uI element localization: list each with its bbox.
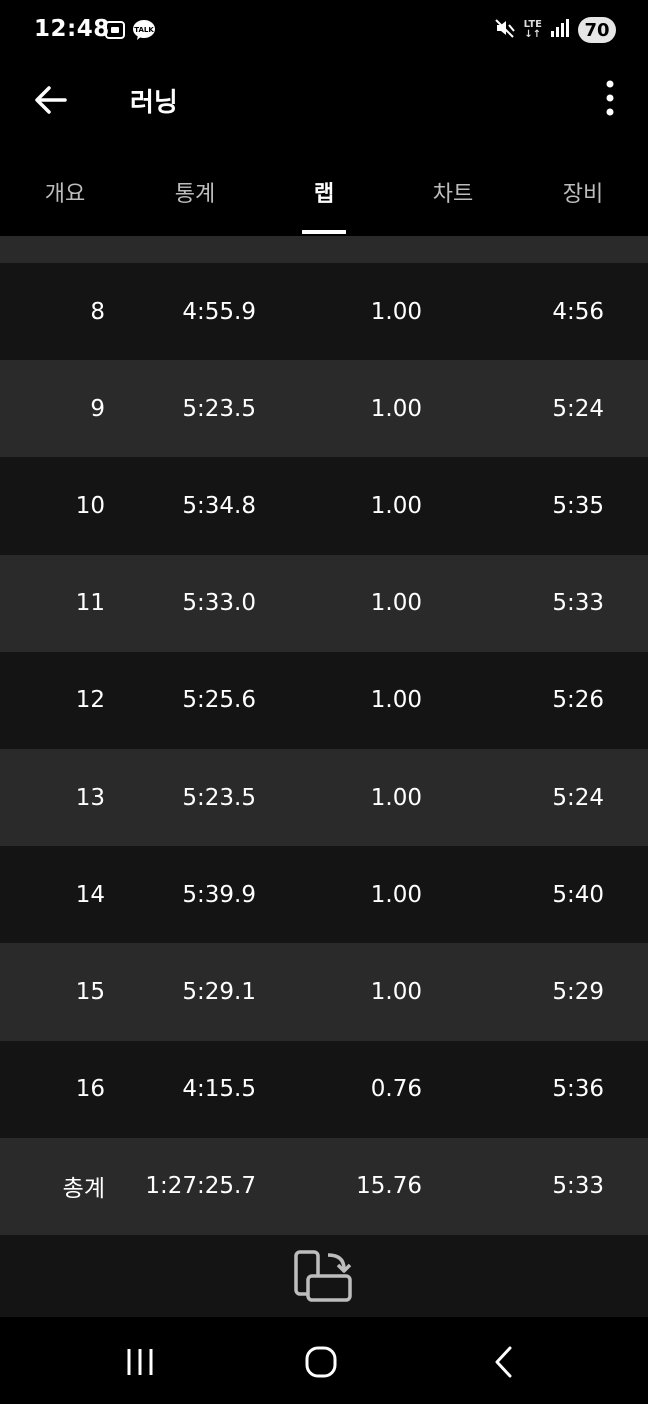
app-bar: 러닝	[0, 62, 648, 136]
active-tab-indicator	[302, 230, 346, 234]
lap-number: 11	[75, 590, 105, 617]
total-row: 총계 1:27:25.7 15.76 5:33	[0, 1137, 648, 1235]
laps-table[interactable]: 8 4:55.9 1.00 4:56 9 5:23.5 1.00 5:24 10…	[0, 236, 648, 1235]
lap-pace: 5:29	[552, 978, 604, 1005]
lap-number: 10	[75, 492, 105, 519]
more-vertical-icon	[606, 80, 614, 116]
lap-pace: 5:24	[552, 784, 604, 811]
lap-distance: 1.00	[370, 395, 422, 422]
recent-apps-button[interactable]	[110, 1337, 170, 1387]
page-title: 러닝	[130, 88, 178, 118]
lap-number: 8	[90, 298, 105, 325]
signal-icon	[550, 19, 570, 41]
status-bar: 12:48 TALK LTE ↓↑ 70	[0, 0, 648, 62]
back-button[interactable]	[30, 80, 70, 120]
lte-indicator: LTE ↓↑	[523, 19, 542, 40]
kakaotalk-icon: TALK	[132, 19, 156, 45]
lap-distance: 1.00	[370, 784, 422, 811]
more-options-button[interactable]	[594, 76, 626, 120]
table-scroll-edge	[0, 236, 648, 263]
lap-number: 14	[75, 881, 105, 908]
recent-apps-icon	[127, 1349, 153, 1375]
rotate-bar	[0, 1235, 648, 1317]
rotate-screen-icon	[294, 1250, 352, 1302]
home-button[interactable]	[291, 1337, 351, 1387]
lap-pace: 5:35	[552, 492, 604, 519]
lap-number: 13	[75, 784, 105, 811]
lap-pace: 5:40	[552, 881, 604, 908]
lap-distance: 1.00	[370, 298, 422, 325]
network-label: LTE	[523, 19, 542, 30]
tab-stats[interactable]: 통계	[130, 148, 260, 236]
battery-indicator: 70	[578, 17, 616, 43]
svg-text:TALK: TALK	[134, 26, 154, 34]
lap-time: 5:23.5	[182, 784, 256, 811]
lap-pace: 5:33	[552, 590, 604, 617]
rotate-screen-button[interactable]	[292, 1249, 356, 1305]
lap-pace: 5:24	[552, 395, 604, 422]
tab-chart[interactable]: 차트	[388, 148, 518, 236]
lap-distance: 1.00	[370, 687, 422, 714]
lap-time: 4:55.9	[182, 298, 256, 325]
mute-icon	[494, 17, 516, 43]
status-time: 12:48	[34, 16, 110, 42]
table-row: 10 5:34.8 1.00 5:35	[0, 457, 648, 555]
system-nav-bar	[0, 1317, 648, 1404]
lap-time: 5:23.5	[182, 395, 256, 422]
lap-number: 15	[75, 978, 105, 1005]
table-row: 12 5:25.6 1.00 5:26	[0, 651, 648, 749]
lap-pace: 5:36	[552, 1076, 604, 1103]
tab-gear[interactable]: 장비	[518, 148, 648, 236]
total-time: 1:27:25.7	[145, 1173, 256, 1200]
table-row: 14 5:39.9 1.00 5:40	[0, 846, 648, 944]
tab-laps[interactable]: 랩	[260, 148, 388, 236]
total-label: 총계	[62, 1176, 105, 1203]
arrow-left-icon	[35, 86, 67, 114]
system-back-button[interactable]	[474, 1337, 534, 1387]
total-pace: 5:33	[552, 1173, 604, 1200]
lap-pace: 5:26	[552, 687, 604, 714]
table-row: 11 5:33.0 1.00 5:33	[0, 554, 648, 652]
laps-rows: 8 4:55.9 1.00 4:56 9 5:23.5 1.00 5:24 10…	[0, 263, 648, 1138]
lap-pace: 4:56	[552, 298, 604, 325]
lap-time: 5:29.1	[182, 978, 256, 1005]
lap-distance: 0.76	[370, 1076, 422, 1103]
home-icon	[305, 1346, 337, 1378]
status-left-icons: TALK	[104, 19, 156, 45]
tab-bar: 개요 통계 랩 차트 장비	[0, 148, 648, 236]
lap-time: 5:34.8	[182, 492, 256, 519]
lap-time: 4:15.5	[182, 1076, 256, 1103]
lap-distance: 1.00	[370, 590, 422, 617]
lap-number: 16	[75, 1076, 105, 1103]
table-row: 13 5:23.5 1.00 5:24	[0, 748, 648, 847]
status-right-icons: LTE ↓↑ 70	[494, 17, 616, 43]
table-row: 15 5:29.1 1.00 5:29	[0, 943, 648, 1041]
table-row: 9 5:23.5 1.00 5:24	[0, 360, 648, 458]
lap-time: 5:33.0	[182, 590, 256, 617]
total-distance: 15.76	[356, 1173, 422, 1200]
lap-number: 12	[75, 687, 105, 714]
tab-overview[interactable]: 개요	[0, 148, 130, 236]
lap-time: 5:25.6	[182, 687, 256, 714]
screenshot-icon	[104, 20, 126, 44]
table-row: 16 4:15.5 0.76 5:36	[0, 1040, 648, 1138]
lap-distance: 1.00	[370, 492, 422, 519]
lap-distance: 1.00	[370, 978, 422, 1005]
lap-number: 9	[90, 395, 105, 422]
lap-time: 5:39.9	[182, 881, 256, 908]
table-row: 8 4:55.9 1.00 4:56	[0, 263, 648, 361]
chevron-left-icon	[495, 1346, 512, 1378]
lap-distance: 1.00	[370, 881, 422, 908]
